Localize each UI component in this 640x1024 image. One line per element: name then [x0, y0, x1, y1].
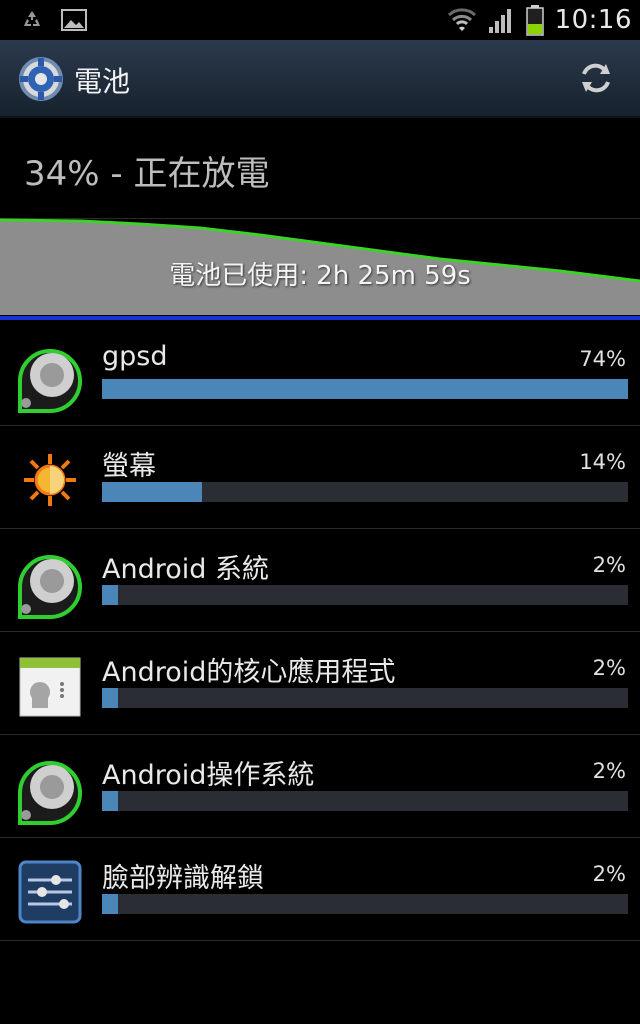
clock: 10:16: [554, 5, 632, 35]
list-item[interactable]: 臉部辨識解鎖 2%: [0, 838, 640, 941]
battery-usage-time: 電池已使用: 2h 25m 59s: [169, 261, 471, 291]
android-system-icon: [18, 761, 82, 825]
usage-bar: [102, 688, 628, 708]
brightness-icon: [24, 454, 76, 506]
battery-icon: [525, 5, 544, 36]
signal-icon: [488, 9, 511, 33]
recycle-icon: [24, 11, 40, 26]
android-core-apps-icon: [19, 657, 81, 717]
status-bar: 10:16: [0, 0, 640, 40]
usage-percent: 2%: [592, 656, 626, 680]
usage-bar-fill: [102, 791, 118, 811]
usage-percent: 2%: [592, 553, 626, 577]
usage-bar: [102, 585, 628, 605]
app-name: Android操作系統: [102, 760, 315, 791]
usage-bar: [102, 379, 628, 399]
usage-percent: 2%: [592, 862, 626, 886]
app-name: 螢幕: [102, 451, 156, 482]
usage-percent: 2%: [592, 759, 626, 783]
refresh-icon[interactable]: [576, 58, 616, 98]
app-name: 臉部辨識解鎖: [102, 863, 264, 894]
usage-percent: 14%: [579, 450, 626, 474]
app-name: gpsd: [102, 341, 168, 372]
usage-bar-fill: [102, 482, 202, 502]
usage-bar-fill: [102, 894, 118, 914]
wifi-icon: [447, 8, 476, 31]
list-item[interactable]: gpsd 74%: [0, 323, 640, 426]
usage-bar-fill: [102, 585, 118, 605]
title-bar: 電池: [0, 40, 640, 118]
image-icon: [61, 9, 87, 31]
list-item[interactable]: Android操作系統 2%: [0, 735, 640, 838]
usage-bar: [102, 482, 628, 502]
status-bar-right: 10:16: [447, 2, 632, 38]
settings-icon[interactable]: [18, 56, 64, 102]
usage-percent: 74%: [579, 347, 626, 371]
face-unlock-settings-icon: [18, 860, 82, 924]
status-bar-left: [18, 6, 88, 34]
battery-usage-list: gpsd 74% 螢幕 14% Android 系統 2% Android的核心…: [0, 323, 640, 941]
usage-bar-fill: [102, 379, 628, 399]
usage-bar-fill: [102, 688, 118, 708]
app-name: Android的核心應用程式: [102, 657, 396, 688]
usage-bar: [102, 791, 628, 811]
usage-bar: [102, 894, 628, 914]
graph-baseline: [0, 316, 640, 320]
app-name: Android 系統: [102, 554, 269, 585]
list-item[interactable]: Android的核心應用程式 2%: [0, 632, 640, 735]
android-system-icon: [18, 349, 82, 413]
page-title: 電池: [74, 65, 131, 98]
battery-status-summary: 34% - 正在放電: [24, 154, 270, 194]
android-system-icon: [18, 555, 82, 619]
list-item[interactable]: Android 系統 2%: [0, 529, 640, 632]
list-item[interactable]: 螢幕 14%: [0, 426, 640, 529]
